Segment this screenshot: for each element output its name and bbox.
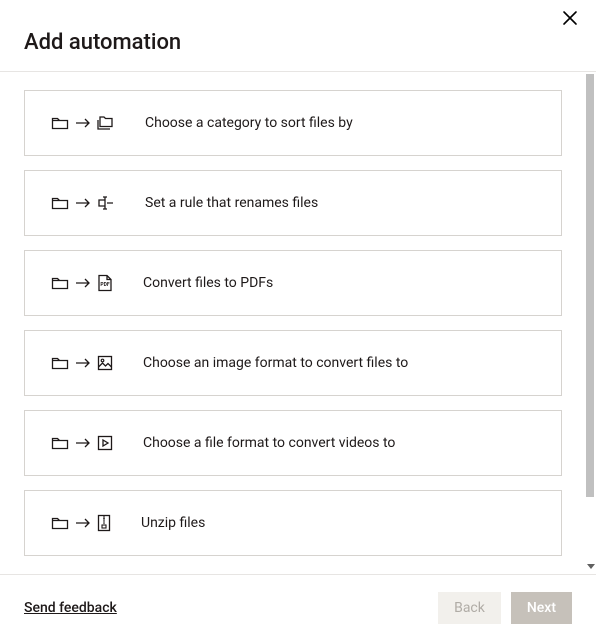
scrollbar-down-icon[interactable] (587, 564, 595, 569)
option-icon-group (51, 435, 113, 451)
svg-text:PDF: PDF (100, 282, 109, 288)
folder-icon (51, 195, 69, 211)
rename-icon (97, 195, 115, 211)
modal-title: Add automation (24, 30, 572, 55)
image-icon (97, 355, 113, 371)
video-icon (97, 435, 113, 451)
arrow-right-icon (75, 277, 91, 289)
folder-icon (51, 355, 69, 371)
close-icon (562, 10, 578, 30)
option-label: Choose an image format to convert files … (143, 355, 408, 371)
option-label: Unzip files (141, 515, 205, 531)
folder-icon (51, 435, 69, 451)
option-label: Convert files to PDFs (143, 275, 273, 291)
option-sort-files[interactable]: Choose a category to sort files by (24, 90, 562, 156)
option-label: Set a rule that renames files (145, 195, 318, 211)
arrow-right-icon (75, 117, 91, 129)
option-icon-group (51, 514, 111, 532)
option-icon-group (51, 355, 113, 371)
modal-footer: Send feedback Back Next (0, 574, 596, 640)
option-convert-pdf[interactable]: PDF Convert files to PDFs (24, 250, 562, 316)
option-icon-group (51, 115, 115, 131)
add-automation-modal: Add automation Choose a category to sort (0, 0, 596, 640)
content-wrap: Choose a category to sort files by Set a… (0, 72, 596, 574)
option-convert-image[interactable]: Choose an image format to convert files … (24, 330, 562, 396)
scrollbar[interactable] (586, 72, 596, 574)
option-label: Choose a file format to convert videos t… (143, 435, 395, 451)
option-unzip[interactable]: Unzip files (24, 490, 562, 556)
option-label: Choose a category to sort files by (145, 115, 353, 131)
modal-header: Add automation (0, 0, 596, 72)
pdf-icon: PDF (97, 274, 113, 292)
back-button[interactable]: Back (438, 592, 501, 624)
option-rename-files[interactable]: Set a rule that renames files (24, 170, 562, 236)
close-button[interactable] (558, 8, 582, 32)
arrow-right-icon (75, 357, 91, 369)
options-list: Choose a category to sort files by Set a… (0, 72, 586, 574)
folder-icon (51, 115, 69, 131)
option-icon-group: PDF (51, 274, 113, 292)
zip-icon (97, 514, 111, 532)
folder-icon (51, 275, 69, 291)
folder-icon (51, 515, 69, 531)
option-convert-video[interactable]: Choose a file format to convert videos t… (24, 410, 562, 476)
option-icon-group (51, 195, 115, 211)
folders-icon (97, 115, 115, 131)
arrow-right-icon (75, 197, 91, 209)
arrow-right-icon (75, 437, 91, 449)
arrow-right-icon (75, 517, 91, 529)
scrollbar-thumb[interactable] (586, 74, 594, 497)
next-button[interactable]: Next (511, 592, 572, 624)
send-feedback-link[interactable]: Send feedback (24, 600, 117, 616)
